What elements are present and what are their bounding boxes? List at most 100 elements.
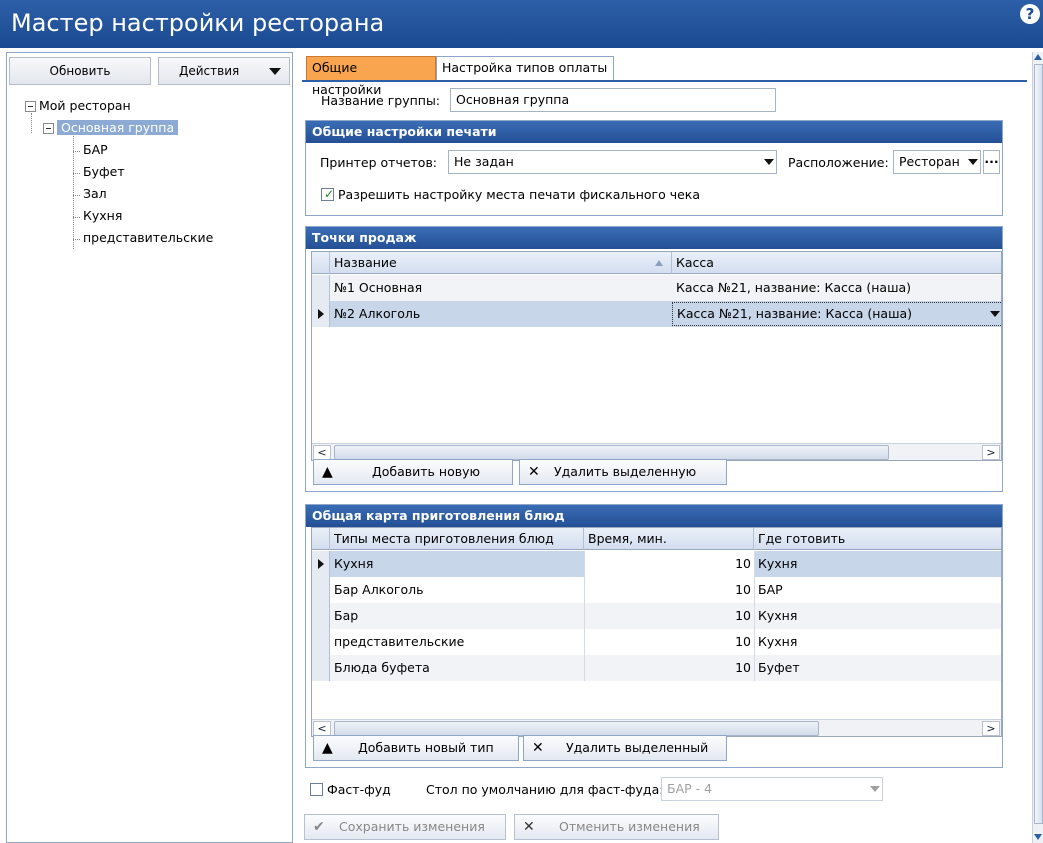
- cell-where[interactable]: Кухня: [754, 629, 1001, 655]
- location-select[interactable]: Ресторан: [893, 150, 981, 174]
- tab-general-settings[interactable]: Общие настройки: [306, 56, 436, 97]
- scrollbar-thumb[interactable]: [334, 721, 819, 736]
- cell-name[interactable]: №2 Алкоголь: [330, 301, 672, 327]
- chevron-down-icon[interactable]: [968, 159, 978, 165]
- scrollbar-thumb[interactable]: [334, 445, 889, 460]
- column-type[interactable]: Типы места приготовления блюд: [330, 528, 584, 550]
- column-divider: [584, 551, 585, 681]
- close-icon: ✕: [532, 740, 544, 756]
- grid-header-indicator: [312, 528, 330, 550]
- add-type-button[interactable]: ▲ Добавить новый тип: [313, 735, 519, 761]
- cooking-map-grid: Типы места приготовления блюд Время, мин…: [311, 527, 1002, 737]
- location-browse-button[interactable]: ···: [983, 150, 1000, 174]
- scroll-right-icon[interactable]: >: [982, 721, 1000, 736]
- location-label: Расположение:: [788, 155, 889, 170]
- cell-time[interactable]: 10: [584, 655, 754, 681]
- cooking-map-header: Общая карта приготовления блюд: [306, 505, 1002, 527]
- cell-where[interactable]: Кухня: [754, 551, 1001, 577]
- cell-where[interactable]: Буфет: [754, 655, 1001, 681]
- fastfood-checkbox[interactable]: [310, 783, 323, 796]
- row-indicator: [312, 603, 330, 629]
- tab-payment-types[interactable]: Настройка типов оплаты: [436, 56, 614, 80]
- cancel-label: Отменить изменения: [559, 819, 700, 834]
- column-time[interactable]: Время, мин.: [584, 528, 754, 550]
- cell-type[interactable]: Бар Алкоголь: [330, 577, 584, 603]
- chevron-down-icon: [269, 68, 281, 75]
- cell-type[interactable]: Блюда буфета: [330, 655, 584, 681]
- chevron-down-icon[interactable]: [870, 786, 880, 792]
- cell-type[interactable]: Бар: [330, 603, 584, 629]
- checkmark-icon: ✔: [313, 819, 325, 835]
- tree-item-representative[interactable]: представительские: [83, 227, 213, 249]
- current-row-icon: [318, 559, 324, 569]
- actions-button[interactable]: Действия: [158, 57, 290, 85]
- settings-panel: Общие настройки Настройка типов оплаты Н…: [300, 52, 1027, 843]
- table-row[interactable]: №2 Алкоголь Касса №21, название: Касса (…: [312, 301, 1001, 327]
- scrollbar-thumb[interactable]: [1034, 64, 1043, 824]
- cell-time[interactable]: 10: [584, 551, 754, 577]
- scroll-left-icon[interactable]: <: [313, 445, 331, 460]
- cell-type[interactable]: представительские: [330, 629, 584, 655]
- table-row[interactable]: Бар 10 Кухня: [312, 603, 1001, 629]
- refresh-button[interactable]: Обновить: [9, 57, 151, 85]
- row-indicator: [312, 301, 330, 327]
- tree-item-group[interactable]: Основная группа: [43, 117, 179, 139]
- collapse-icon[interactable]: [25, 101, 36, 112]
- tree-connector: [73, 151, 80, 152]
- save-button[interactable]: ✔ Сохранить изменения: [304, 814, 506, 840]
- table-row[interactable]: Бар Алкоголь 10 БАР: [312, 577, 1001, 603]
- column-name[interactable]: Название: [330, 252, 672, 274]
- help-icon[interactable]: ?: [1020, 4, 1040, 24]
- tree-connector: [73, 239, 80, 240]
- grid-header: Название Касса: [312, 252, 1001, 274]
- default-table-label: Стол по умолчанию для фаст-фуда:: [426, 782, 664, 797]
- cell-time[interactable]: 10: [584, 577, 754, 603]
- tree-item-buffet[interactable]: Буфет: [83, 161, 125, 183]
- cell-name[interactable]: №1 Основная: [330, 275, 672, 301]
- column-where[interactable]: Где готовить: [754, 528, 1001, 550]
- grid-header-indicator: [312, 252, 330, 274]
- tree-item-kitchen[interactable]: Кухня: [83, 205, 122, 227]
- allow-fiscal-checkbox[interactable]: ✓: [321, 187, 334, 201]
- chevron-down-icon[interactable]: [764, 159, 774, 165]
- default-table-select[interactable]: БАР - 4: [661, 777, 883, 801]
- left-panel: Обновить Действия Мой ресторан Основная …: [6, 52, 293, 843]
- cash-select[interactable]: Касса №21, название: Касса (наша): [672, 302, 1001, 326]
- cell-where[interactable]: БАР: [754, 577, 1001, 603]
- scroll-left-icon[interactable]: <: [313, 721, 331, 736]
- cell-time[interactable]: 10: [584, 629, 754, 655]
- table-row[interactable]: Блюда буфета 10 Буфет: [312, 655, 1001, 681]
- tree-item-hall[interactable]: Зал: [83, 183, 107, 205]
- table-row[interactable]: №1 Основная Касса №21, название: Касса (…: [312, 275, 1001, 301]
- actions-label: Действия: [179, 64, 240, 78]
- scroll-down-icon[interactable]: [1034, 834, 1042, 840]
- add-type-label: Добавить новый тип: [358, 740, 494, 755]
- table-row[interactable]: представительские 10 Кухня: [312, 629, 1001, 655]
- table-row[interactable]: Кухня 10 Кухня: [312, 551, 1001, 577]
- cell-where[interactable]: Кухня: [754, 603, 1001, 629]
- cancel-button[interactable]: ✕ Отменить изменения: [514, 814, 719, 840]
- scroll-right-icon[interactable]: >: [982, 445, 1000, 460]
- grid-header: Типы места приготовления блюд Время, мин…: [312, 528, 1001, 550]
- cell-time[interactable]: 10: [584, 603, 754, 629]
- cell-type[interactable]: Кухня: [330, 551, 584, 577]
- group-name-input[interactable]: Основная группа: [450, 88, 776, 112]
- print-settings-section: Общие настройки печати Принтер отчетов: …: [305, 120, 1003, 216]
- delete-point-button[interactable]: ✕ Удалить выделенную: [519, 459, 727, 485]
- vertical-scrollbar[interactable]: [1032, 52, 1043, 843]
- delete-type-button[interactable]: ✕ Удалить выделенный: [523, 735, 727, 761]
- chevron-down-icon[interactable]: [990, 311, 1000, 317]
- tree-item-root[interactable]: Мой ресторан: [25, 95, 131, 117]
- close-icon: ✕: [523, 819, 535, 835]
- printer-select[interactable]: Не задан: [448, 150, 777, 174]
- add-point-button[interactable]: ▲ Добавить новую: [313, 459, 513, 485]
- cell-cash[interactable]: Касса №21, название: Касса (наша): [672, 275, 1001, 301]
- column-cash[interactable]: Касса: [672, 252, 1001, 274]
- collapse-icon[interactable]: [43, 123, 54, 134]
- tree-item-bar[interactable]: БАР: [83, 139, 108, 161]
- tree-group-label: Основная группа: [57, 120, 179, 135]
- row-indicator: [312, 275, 330, 301]
- scroll-up-icon[interactable]: [1034, 54, 1042, 60]
- tree-connector: [73, 195, 80, 196]
- up-arrow-icon: ▲: [322, 464, 333, 480]
